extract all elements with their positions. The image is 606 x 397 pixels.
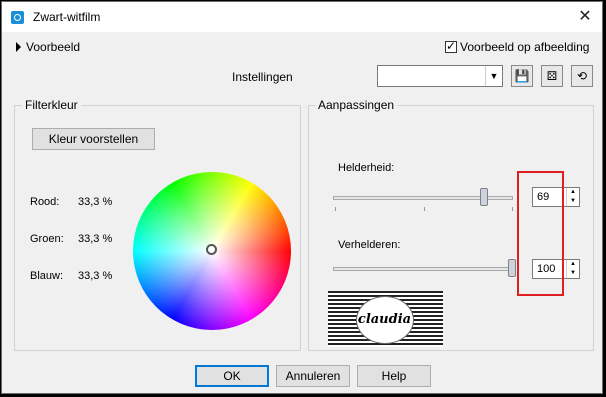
green-value: 33,3 % bbox=[78, 233, 113, 245]
camera-icon bbox=[11, 11, 24, 24]
brightness-slider-thumb[interactable] bbox=[480, 188, 488, 206]
save-preset-button[interactable]: 💾 bbox=[511, 65, 533, 87]
preset-select[interactable]: ▼ bbox=[377, 65, 503, 87]
spin-arrows-icon[interactable]: ▲ ▼ bbox=[566, 188, 579, 206]
close-icon[interactable]: ✕ bbox=[573, 6, 597, 28]
preview-on-image-checkbox[interactable]: Voorbeeld op afbeelding bbox=[445, 39, 590, 54]
blue-label: Blauw: bbox=[30, 270, 64, 282]
save-preset-icon: 💾 bbox=[514, 69, 530, 83]
highlight-box bbox=[517, 171, 564, 296]
randomize-icon: ⚄ bbox=[546, 69, 558, 83]
reset-icon: ⟲ bbox=[576, 69, 588, 83]
window-title: Zwart-witfilm bbox=[33, 10, 101, 24]
spin-arrows-icon[interactable]: ▲ ▼ bbox=[566, 260, 579, 278]
preview-on-image-label: Voorbeeld op afbeelding bbox=[460, 40, 590, 54]
settings-label: Instellingen bbox=[232, 70, 293, 84]
green-label: Groen: bbox=[30, 233, 64, 245]
watermark-text: claudia bbox=[357, 312, 412, 327]
help-button[interactable]: Help bbox=[357, 365, 431, 387]
chevron-down-icon: ▼ bbox=[485, 66, 502, 86]
slider-tick bbox=[424, 207, 425, 211]
filter-color-legend: Filterkleur bbox=[22, 98, 81, 112]
preview-toggle-label: Voorbeeld bbox=[26, 40, 81, 54]
ok-button[interactable]: OK bbox=[195, 365, 269, 387]
red-label: Rood: bbox=[30, 196, 60, 208]
slider-tick bbox=[512, 207, 513, 211]
title-bar: Zwart-witfilm ✕ bbox=[2, 2, 602, 32]
clarify-slider-thumb[interactable] bbox=[508, 259, 516, 277]
red-value: 33,3 % bbox=[78, 196, 113, 208]
slider-tick bbox=[335, 207, 336, 211]
dialog-window: Zwart-witfilm ✕ Voorbeeld Voorbeeld op a… bbox=[1, 1, 603, 394]
reset-button[interactable]: ⟲ bbox=[571, 65, 593, 87]
brightness-label: Helderheid: bbox=[338, 162, 395, 174]
preview-toggle[interactable]: Voorbeeld bbox=[16, 40, 80, 54]
color-wheel-marker[interactable] bbox=[206, 244, 217, 255]
clarify-slider-track[interactable] bbox=[333, 267, 513, 271]
adjustments-legend: Aanpassingen bbox=[315, 98, 398, 112]
blue-value: 33,3 % bbox=[78, 270, 113, 282]
checkbox-checked-icon bbox=[445, 39, 457, 53]
cancel-button[interactable]: Annuleren bbox=[276, 365, 350, 387]
randomize-button[interactable]: ⚄ bbox=[541, 65, 563, 87]
expand-arrow-icon bbox=[16, 42, 21, 52]
clarify-label: Verhelderen: bbox=[338, 239, 401, 251]
suggest-color-button[interactable]: Kleur voorstellen bbox=[32, 128, 155, 150]
